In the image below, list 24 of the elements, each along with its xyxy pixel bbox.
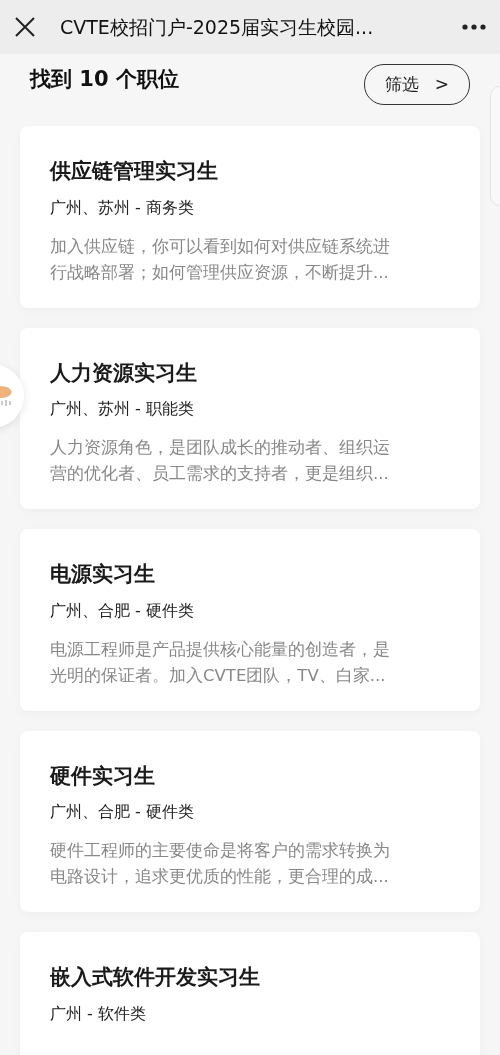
job-title: 供应链管理实习生 xyxy=(50,158,219,185)
job-description: 硬件工程师的主要使命是将客户的需求转换为电路设计，追求更优质的性能，更合理的成... xyxy=(50,840,391,888)
results-heading: 找到 10 个职位 xyxy=(30,66,179,93)
filter-button[interactable]: 筛选 > xyxy=(363,64,470,105)
job-card[interactable]: 人力资源实习生 广州、苏州 - 职能类 人力资源角色，是团队成长的推动者、组织运营的优化者、员工需求的支持者，更是组织... xyxy=(20,327,480,509)
job-location: 广州、苏州 - 职能类 xyxy=(50,398,195,420)
window-title: CVTE校招门户-2025届实习生校园... xyxy=(60,14,375,40)
job-location: 广州 - 软件类 xyxy=(50,1002,147,1025)
job-description: 电源工程师是产品提供核心能量的创造者，是光明的保证者。加入CVTE团队，TV、白家... xyxy=(50,638,391,687)
job-card[interactable]: 电源实习生 广州、合肥 - 硬件类 电源工程师是产品提供核心能量的创造者，是光明的保证者。加入CVTE团队，TV、白家... xyxy=(20,529,480,711)
job-description: 人力资源角色，是团队成长的推动者、组织运营的优化者、员工需求的支持者，更是组织... xyxy=(50,437,391,485)
job-title: 人力资源实习生 xyxy=(50,359,198,387)
job-card[interactable]: 嵌入式软件开发实习生 广州 - 软件类 xyxy=(20,932,480,1055)
job-title: 电源实习生 xyxy=(50,561,156,588)
more-icon[interactable] xyxy=(462,24,486,30)
job-location: 广州、合肥 - 硬件类 xyxy=(50,801,195,823)
job-title: 硬件实习生 xyxy=(50,762,156,790)
job-card[interactable]: 供应链管理实习生 广州、苏州 - 商务类 加入供应链，你可以看到如何对供应链系统进行战略部署；如何管理供应资源，不断提升... xyxy=(20,126,480,308)
job-title: 嵌入式软件开发实习生 xyxy=(50,964,261,991)
close-icon[interactable] xyxy=(14,16,36,38)
job-location: 广州、合肥 - 硬件类 xyxy=(50,599,195,622)
job-description: 加入供应链，你可以看到如何对供应链系统进行战略部署；如何管理供应资源，不断提升... xyxy=(50,235,391,284)
job-location: 广州、苏州 - 商务类 xyxy=(50,196,195,219)
job-card[interactable]: 硬件实习生 广州、合肥 - 硬件类 硬件工程师的主要使命是将客户的需求转换为电路设计，追求更优质的性能，更合理的成... xyxy=(20,730,480,912)
